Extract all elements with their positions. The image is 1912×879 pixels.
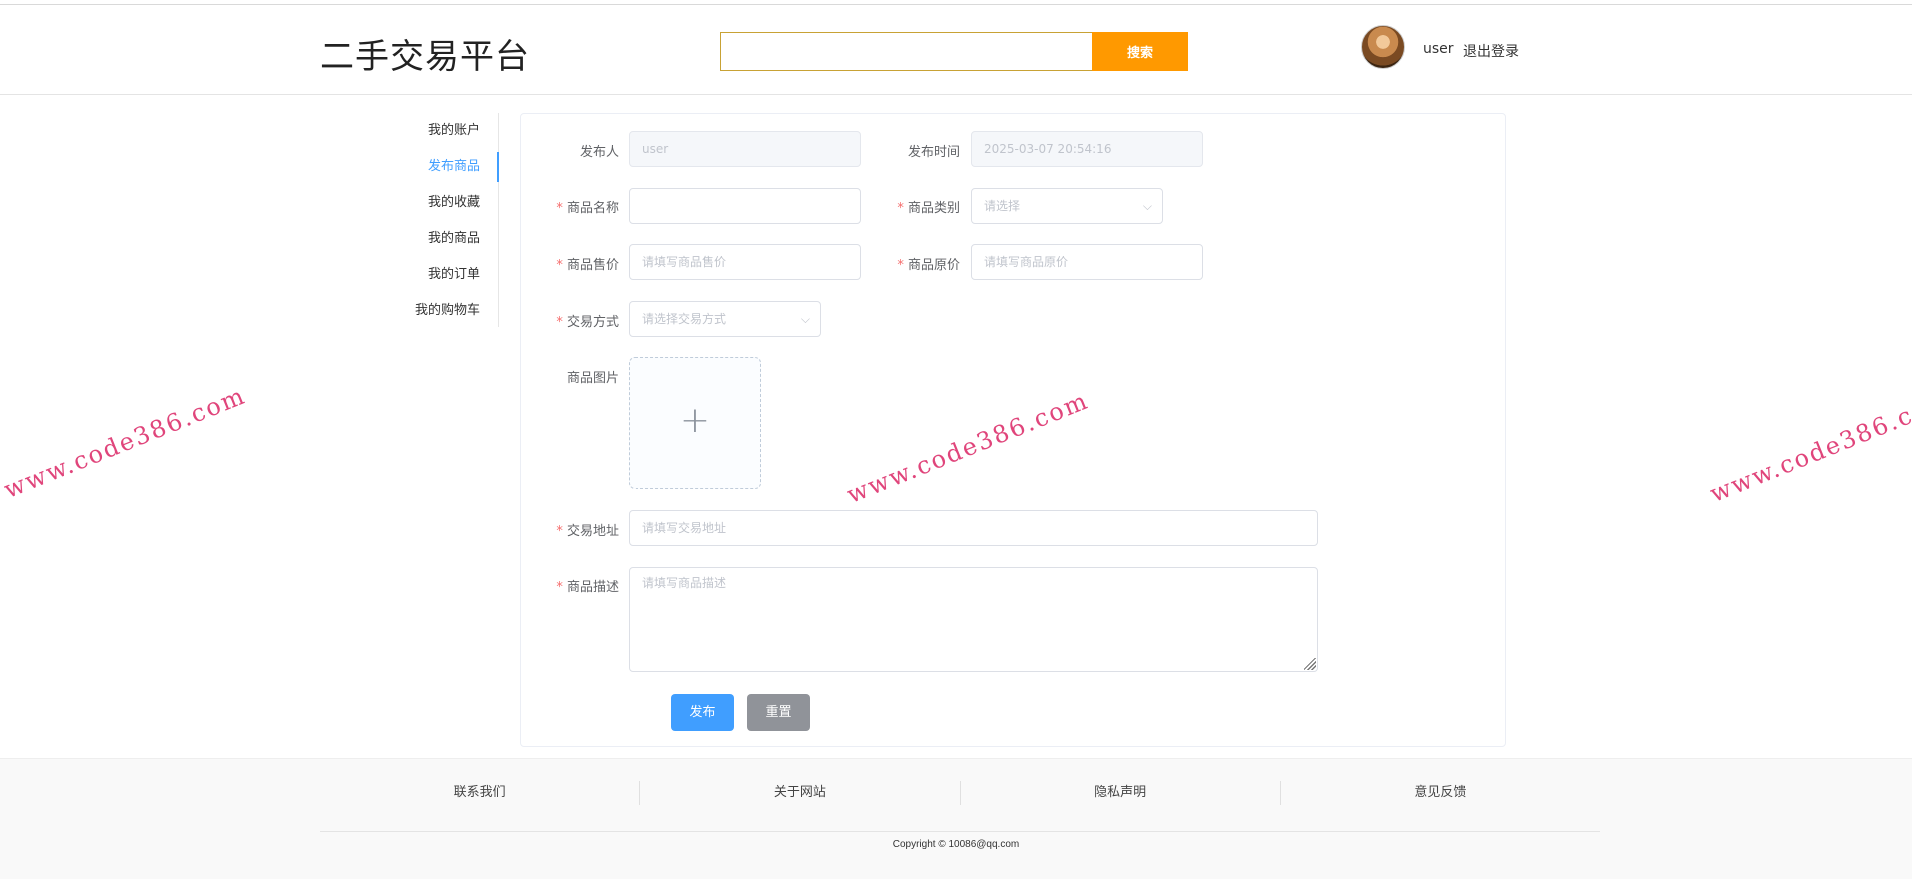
footer-divider [320, 831, 1600, 832]
sale-price-input[interactable]: 请填写商品售价 [629, 244, 861, 280]
sidebar-item-orders[interactable]: 我的订单 [400, 257, 498, 293]
sidebar-item-cart[interactable]: 我的购物车 [400, 293, 498, 329]
category-placeholder: 请选择 [984, 199, 1021, 213]
product-name-input[interactable] [629, 188, 861, 224]
chevron-down-icon: ⌵ [800, 312, 810, 326]
footer-links: 联系我们 关于网站 隐私声明 意见反馈 [320, 781, 1600, 805]
description-textarea[interactable]: 请填写商品描述 [629, 567, 1318, 672]
category-select[interactable]: 请选择 ⌵ [971, 188, 1163, 224]
avatar[interactable] [1361, 25, 1405, 69]
reset-button[interactable]: 重置 [747, 694, 810, 731]
original-price-label: 商品原价 [860, 254, 960, 273]
category-label-text: 商品类别 [907, 201, 960, 216]
plus-icon: + [679, 400, 711, 441]
publisher-label: 发布人 [579, 145, 619, 160]
search-button[interactable]: 搜索 [1092, 32, 1188, 71]
image-label: 商品图片 [566, 371, 619, 386]
sidebar-item-favorites[interactable]: 我的收藏 [400, 185, 498, 221]
header: 二手交易平台 搜索 user 退出登录 [0, 5, 1912, 95]
sidebar-menu: 我的账户 发布商品 我的收藏 我的商品 我的订单 我的购物车 [400, 113, 499, 327]
sidebar-item-account[interactable]: 我的账户 [400, 113, 498, 149]
trade-method-label: 交易方式 [519, 311, 619, 330]
footer: 联系我们 关于网站 隐私声明 意见反馈 Copyright © 10086@qq… [0, 758, 1912, 879]
address-input[interactable]: 请填写交易地址 [629, 510, 1318, 546]
original-price-input[interactable]: 请填写商品原价 [971, 244, 1203, 280]
logout-link[interactable]: 退出登录 [1463, 41, 1519, 61]
resize-handle-icon[interactable] [1304, 658, 1316, 670]
address-label: 交易地址 [519, 520, 619, 539]
search-input[interactable] [720, 32, 1092, 71]
trade-method-select[interactable]: 请选择交易方式 ⌵ [629, 301, 821, 337]
footer-link-privacy[interactable]: 隐私声明 [961, 781, 1281, 805]
username-label: user [1423, 41, 1454, 57]
description-placeholder: 请填写商品描述 [642, 576, 727, 590]
category-label: 商品类别 [860, 197, 960, 216]
product-name-label: 商品名称 [519, 197, 619, 216]
publisher-field: user [629, 131, 861, 167]
search-bar: 搜索 [720, 32, 1188, 71]
trade-method-placeholder: 请选择交易方式 [642, 312, 727, 326]
product-name-label-text: 商品名称 [566, 201, 619, 216]
sale-price-label: 商品售价 [519, 254, 619, 273]
sale-price-label-text: 商品售价 [566, 258, 619, 273]
footer-link-contact[interactable]: 联系我们 [320, 781, 641, 805]
copyright-text: Copyright © 10086@qq.com [892, 839, 1020, 850]
footer-link-feedback[interactable]: 意见反馈 [1281, 781, 1600, 805]
submit-button[interactable]: 发布 [671, 694, 734, 731]
footer-link-about[interactable]: 关于网站 [640, 781, 961, 805]
original-price-label-text: 商品原价 [907, 258, 960, 273]
image-upload[interactable]: + [629, 357, 761, 489]
trade-method-label-text: 交易方式 [566, 315, 619, 330]
description-label: 商品描述 [519, 576, 619, 595]
watermark-left: www.code386.com [0, 381, 250, 504]
publish-time-field: 2025-03-07 20:54:16 [971, 131, 1203, 167]
sidebar-item-my-products[interactable]: 我的商品 [400, 221, 498, 257]
site-logo[interactable]: 二手交易平台 [320, 29, 530, 78]
sidebar-item-publish[interactable]: 发布商品 [400, 149, 499, 185]
watermark-right: www.code386.com [1706, 385, 1912, 508]
address-label-text: 交易地址 [566, 524, 619, 539]
description-label-text: 商品描述 [566, 580, 619, 595]
chevron-down-icon: ⌵ [1142, 199, 1152, 213]
publish-time-label: 发布时间 [907, 145, 960, 160]
